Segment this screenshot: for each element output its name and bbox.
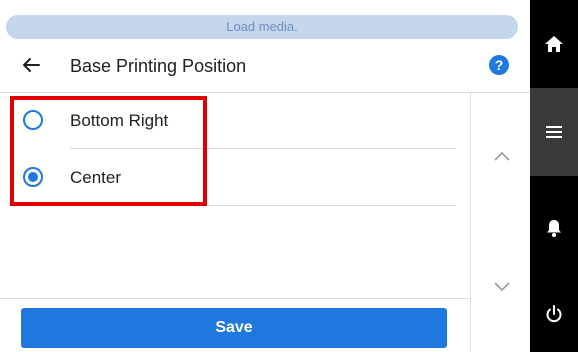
arrow-left-icon	[23, 58, 40, 72]
header-bar: Base Printing Position ?	[0, 40, 530, 93]
status-message-bar: Load media.	[6, 15, 518, 39]
sidebar-item-home[interactable]	[530, 0, 578, 88]
help-button[interactable]: ?	[488, 54, 510, 76]
sidebar-item-notifications[interactable]	[530, 176, 578, 264]
bell-icon	[547, 220, 561, 237]
scroll-controls	[470, 93, 531, 352]
menu-icon	[546, 126, 562, 138]
power-icon	[546, 305, 562, 323]
page-title: Base Printing Position	[70, 56, 247, 76]
back-button[interactable]	[20, 54, 42, 76]
sidebar	[530, 0, 578, 352]
save-button[interactable]: Save	[21, 308, 447, 348]
highlight-annotation-box	[10, 96, 207, 206]
sidebar-item-menu[interactable]	[530, 88, 578, 176]
svg-text:?: ?	[495, 57, 504, 73]
chevron-up-icon[interactable]	[493, 150, 511, 162]
chevron-down-icon[interactable]	[493, 281, 511, 293]
status-message-text: Load media.	[226, 19, 298, 34]
divider	[0, 298, 470, 299]
sidebar-item-power[interactable]	[530, 264, 578, 352]
help-icon: ?	[489, 55, 509, 75]
home-icon	[545, 36, 563, 52]
